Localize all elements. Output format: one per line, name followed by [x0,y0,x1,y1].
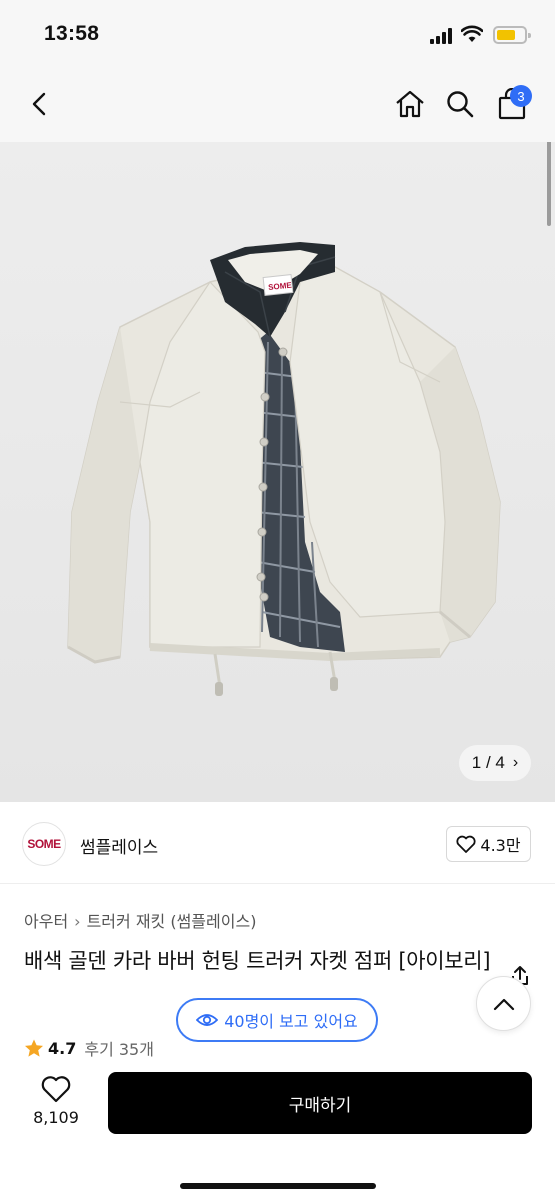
jacket-illustration: SOME [67,242,501,696]
shop-like-count: 4.3만 [480,836,521,855]
viewers-text: 40명이 보고 있어요 [224,1012,358,1031]
chevron-right-icon: › [512,754,519,771]
battery-icon [493,26,531,44]
home-indicator [180,1183,376,1189]
home-button[interactable] [388,82,432,126]
product-image[interactable]: SOME [0,142,555,802]
chevron-up-icon [493,998,514,1010]
wifi-icon [461,25,483,42]
buy-button[interactable]: 구매하기 [108,1072,532,1134]
shop-row[interactable]: SOME 썸플레이스 4.3만 [0,802,555,884]
status-time: 13:58 [44,22,100,45]
shop-name[interactable]: 썸플레이스 [80,833,158,858]
review-count: 후기 35개 [84,1040,154,1059]
breadcrumb-separator-icon: › [74,912,81,931]
shop-like-button[interactable]: 4.3만 [446,826,531,862]
wish-count: 8,109 [33,1108,79,1127]
scrollbar-thumb[interactable] [547,142,551,226]
product-title: 배색 골덴 카라 바버 헌팅 트러커 자켓 점퍼 [아이보리] [24,949,491,973]
cart-badge: 3 [510,85,532,107]
star-icon [25,1039,43,1057]
back-button[interactable] [18,82,62,126]
breadcrumb-subcategory[interactable]: 트러커 재킷 (썸플레이스) [87,912,257,931]
heart-outline-icon [41,1076,71,1103]
home-icon [396,90,424,118]
image-counter-text: 1 / 4 [471,753,505,772]
rating-row[interactable]: 4.7 후기 35개 [24,1036,154,1060]
chevron-left-icon [32,92,46,116]
viewers-indicator: 40명이 보고 있어요 [176,998,378,1042]
shop-logo[interactable]: SOME [22,822,66,866]
status-bar: 13:58 [0,0,555,70]
search-button[interactable] [438,82,482,126]
heart-outline-icon [456,835,476,853]
nav-bar [0,70,555,142]
rating-score: 4.7 [48,1038,77,1058]
scroll-to-top-button[interactable] [476,976,531,1031]
breadcrumb: 아우터 › 트러커 재킷 (썸플레이스) [24,908,256,932]
cellular-signal-icon [430,28,454,44]
eye-icon [196,1014,219,1026]
image-counter[interactable]: 1 / 4 › [459,745,531,781]
search-icon [447,91,474,118]
breadcrumb-category[interactable]: 아우터 [24,912,68,931]
